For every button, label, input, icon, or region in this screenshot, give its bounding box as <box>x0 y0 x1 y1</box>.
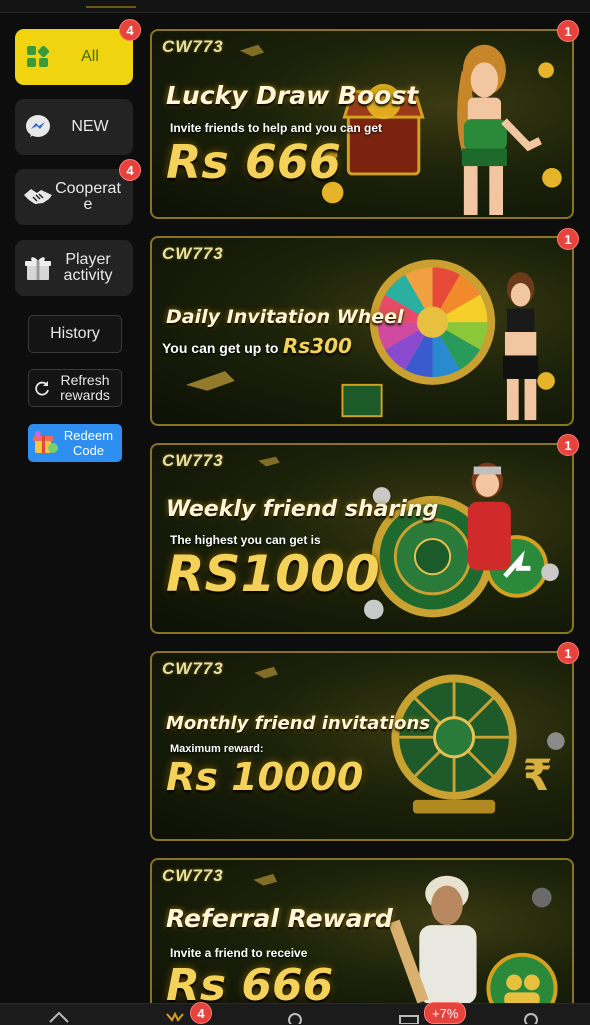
sidebar-item-player-activity[interactable]: Player activity <box>15 240 133 296</box>
banner-referral-reward[interactable]: CW773 Referral Reward Invite a friend to… <box>150 858 574 1018</box>
percent-badge: +7% <box>424 1002 467 1024</box>
redeem-code-button[interactable]: Redeem Code <box>28 424 122 462</box>
sidebar-item-label: All <box>81 48 99 65</box>
banner-title: Lucky Draw Boost <box>166 81 419 110</box>
banner-title: Daily Invitation Wheel <box>166 306 404 328</box>
banner-title: Weekly friend sharing <box>166 497 439 522</box>
banner-badge: 1 <box>557 20 579 42</box>
messenger-icon <box>23 112 53 142</box>
grid-icon <box>23 42 53 72</box>
refresh-rewards-button[interactable]: Refresh rewards <box>28 369 122 407</box>
invite-icon[interactable] <box>284 1010 306 1024</box>
notification-badge: 4 <box>190 1002 212 1024</box>
bottom-navigation: 4 +7% <box>0 1002 590 1025</box>
redeem-label: Redeem Code <box>63 428 114 458</box>
sidebar-item-label: Player activity <box>63 251 113 284</box>
banner-monthly-friend-invitations[interactable]: ₹ CW773 Monthly friend invitations Maxim… <box>150 651 574 841</box>
refresh-label: Refresh rewards <box>60 372 110 403</box>
banner-illustration <box>185 259 555 421</box>
svg-text:₹: ₹ <box>523 751 553 801</box>
gift-icon <box>23 253 53 283</box>
banner-subtitle: Invite a friend to receive <box>170 946 308 960</box>
sidebar-item-cooperate[interactable]: Cooperat e 4 <box>15 159 141 225</box>
banner-title: Referral Reward <box>166 904 393 933</box>
brand-logo: CW773 <box>162 866 224 885</box>
banner-title: Monthly friend invitations <box>166 713 431 734</box>
brand-logo: CW773 <box>162 659 224 678</box>
banner-badge: 1 <box>557 642 579 664</box>
brand-logo: CW773 <box>162 244 224 263</box>
banner-lucky-draw-boost[interactable]: CW773 Lucky Draw Boost Invite friends to… <box>150 29 574 219</box>
banner-amount: RS1000 <box>166 545 380 603</box>
banner-subtitle: Maximum reward: <box>170 743 264 755</box>
banner-badge: 1 <box>557 434 579 456</box>
banner-subtitle: Invite friends to help and you can get <box>170 121 383 135</box>
brand-logo: CW773 <box>162 37 224 56</box>
top-tab-indicator <box>86 0 136 8</box>
sidebar-item-new[interactable]: NEW <box>15 99 133 155</box>
sidebar: All 4 NEW Cooperat e 4 Player activity H… <box>0 12 146 1002</box>
sidebar-item-label: NEW <box>71 118 109 135</box>
gift-box-icon <box>33 431 58 453</box>
banner-subtitle: You can get up to <box>162 340 279 356</box>
notification-badge: 4 <box>119 19 141 41</box>
banner-amount: Rs 666 <box>166 135 341 189</box>
sidebar-item-all[interactable]: All 4 <box>15 19 141 85</box>
banner-amount: Rs300 <box>282 334 352 358</box>
banner-daily-invitation-wheel[interactable]: CW773 Daily Invitation Wheel You can get… <box>150 236 574 426</box>
refresh-icon <box>35 381 49 396</box>
notification-badge: 4 <box>119 159 141 181</box>
banner-amount: Rs 10000 <box>166 755 364 799</box>
profile-icon[interactable] <box>520 1010 542 1024</box>
history-button[interactable]: History <box>28 315 122 353</box>
brand-logo: CW773 <box>162 451 224 470</box>
wallet-icon[interactable] <box>398 1010 420 1024</box>
promo-icon[interactable] <box>164 1010 186 1024</box>
banner-subtitle-row: You can get up to Rs300 <box>162 334 352 358</box>
history-label: History <box>50 325 100 342</box>
banner-weekly-friend-sharing[interactable]: CW773 Weekly friend sharing The highest … <box>150 443 574 634</box>
handshake-icon <box>23 182 53 212</box>
home-icon[interactable] <box>48 1010 70 1024</box>
banner-badge: 1 <box>557 228 579 250</box>
sidebar-item-label: Cooperat e <box>55 180 121 213</box>
